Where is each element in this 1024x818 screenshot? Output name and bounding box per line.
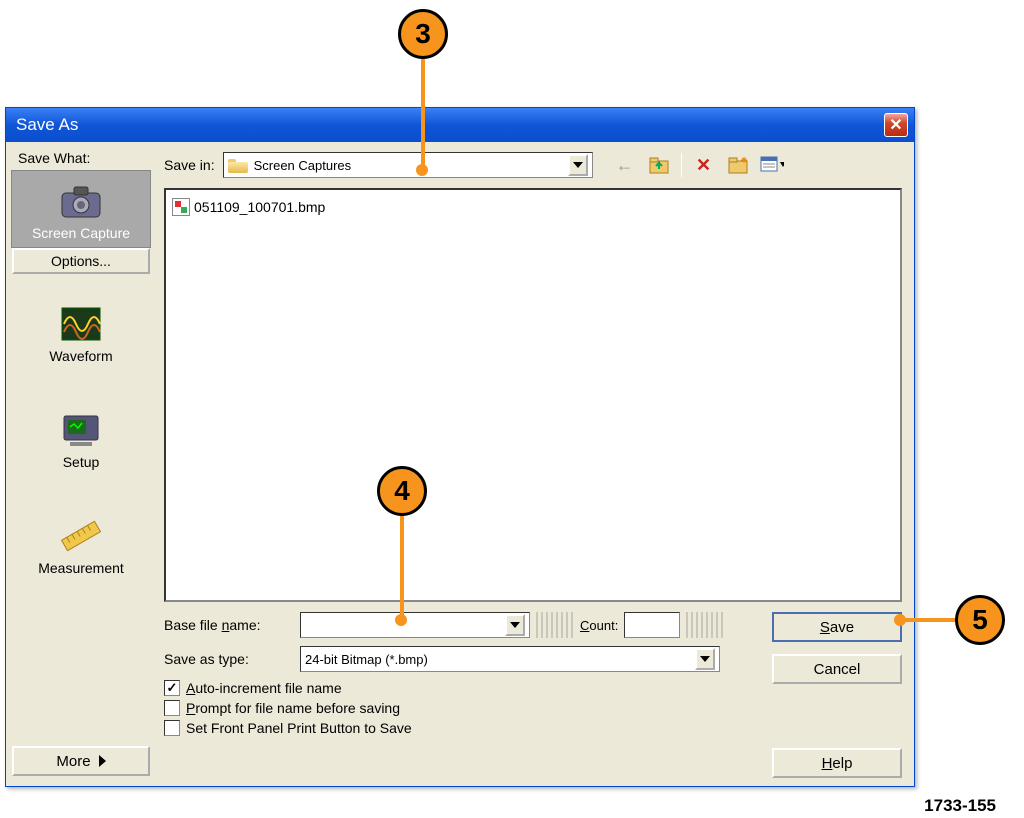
- callout-4-label: 4: [394, 475, 410, 507]
- save-type-label: Save as type:: [164, 651, 294, 667]
- new-folder-icon[interactable]: [726, 153, 750, 177]
- front-panel-checkbox[interactable]: Set Front Panel Print Button to Save: [164, 720, 760, 736]
- save-type-value: 24-bit Bitmap (*.bmp): [305, 652, 428, 667]
- figure-reference: 1733-155: [924, 796, 996, 816]
- back-icon[interactable]: ←: [613, 153, 637, 177]
- keypad-icon[interactable]: [536, 612, 574, 638]
- cancel-button[interactable]: Cancel: [772, 654, 902, 684]
- sidebar-item-label: Setup: [11, 454, 151, 470]
- toolbar-icons: ← ✕: [613, 153, 784, 177]
- callout-4: 4: [377, 466, 427, 516]
- base-filename-label: Base file name:: [164, 617, 294, 633]
- dialog-body: Save What: Screen Capture Options... Wav…: [6, 142, 914, 786]
- callout-3-line: [421, 59, 425, 167]
- options-button[interactable]: Options...: [12, 248, 150, 274]
- sidebar-title: Save What:: [10, 146, 98, 170]
- sidebar-item-screen-capture[interactable]: Screen Capture: [11, 170, 151, 248]
- close-button[interactable]: ✕: [884, 113, 908, 137]
- prompt-checkbox[interactable]: Prompt for file name before saving: [164, 700, 760, 716]
- chevron-down-icon[interactable]: [568, 154, 588, 176]
- auto-increment-checkbox[interactable]: ✓ Auto-increment file name: [164, 680, 760, 696]
- base-filename-input[interactable]: [300, 612, 530, 638]
- setup-icon: [56, 410, 106, 450]
- save-as-dialog: Save As ✕ Save What: Screen Capture Opti…: [5, 107, 915, 787]
- arrow-right-icon: [99, 755, 106, 767]
- waveform-icon: [56, 304, 106, 344]
- delete-icon[interactable]: ✕: [692, 153, 716, 177]
- main-panel: Save in: Screen Captures ← ✕: [156, 142, 914, 786]
- callout-4-dot: [395, 614, 407, 626]
- folder-icon: [228, 157, 248, 173]
- title-text: Save As: [16, 115, 78, 135]
- sidebar-item-label: Screen Capture: [12, 225, 150, 241]
- file-name: 051109_100701.bmp: [194, 199, 325, 215]
- callout-5-dot: [894, 614, 906, 626]
- button-column: Save Cancel Help: [772, 612, 902, 778]
- chevron-down-icon[interactable]: [695, 648, 715, 670]
- camera-icon: [56, 181, 106, 221]
- file-item[interactable]: 051109_100701.bmp: [172, 196, 894, 218]
- sidebar-item-setup[interactable]: Setup: [11, 400, 151, 476]
- more-button[interactable]: More: [12, 746, 150, 776]
- bmp-file-icon: [172, 198, 190, 216]
- close-icon: ✕: [889, 115, 902, 135]
- callout-3: 3: [398, 9, 448, 59]
- keypad-icon[interactable]: [686, 612, 724, 638]
- view-menu-icon[interactable]: [760, 153, 784, 177]
- checkbox-icon: ✓: [164, 680, 180, 696]
- save-in-label: Save in:: [164, 157, 215, 173]
- ruler-icon: [56, 516, 106, 556]
- toolbar: Save in: Screen Captures ← ✕: [164, 150, 902, 180]
- count-label: Count:: [580, 618, 618, 633]
- base-filename-row: Base file name: Count:: [164, 612, 760, 638]
- callout-5: 5: [955, 595, 1005, 645]
- callout-4-line: [400, 516, 404, 616]
- form-area: Base file name: Count:: [164, 612, 902, 778]
- titlebar: Save As ✕: [6, 108, 914, 142]
- sidebar-item-label: Measurement: [11, 560, 151, 576]
- sidebar-item-measurement[interactable]: Measurement: [11, 506, 151, 582]
- up-folder-icon[interactable]: [647, 153, 671, 177]
- callout-3-label: 3: [415, 18, 431, 50]
- checkbox-icon: [164, 720, 180, 736]
- save-in-combo[interactable]: Screen Captures: [223, 152, 593, 178]
- count-input[interactable]: [624, 612, 680, 638]
- save-in-value: Screen Captures: [254, 158, 352, 173]
- help-button[interactable]: Help: [772, 748, 902, 778]
- file-list[interactable]: 051109_100701.bmp: [164, 188, 902, 602]
- options-label: Options...: [51, 253, 111, 269]
- callout-5-line: [900, 618, 955, 622]
- sidebar-item-waveform[interactable]: Waveform: [11, 294, 151, 370]
- chevron-down-icon[interactable]: [505, 614, 525, 636]
- save-type-combo[interactable]: 24-bit Bitmap (*.bmp): [300, 646, 720, 672]
- save-type-row: Save as type: 24-bit Bitmap (*.bmp): [164, 646, 760, 672]
- more-label: More: [56, 753, 90, 770]
- separator: [681, 153, 682, 177]
- checkbox-icon: [164, 700, 180, 716]
- sidebar: Save What: Screen Capture Options... Wav…: [6, 142, 156, 786]
- sidebar-item-label: Waveform: [11, 348, 151, 364]
- callout-5-label: 5: [972, 604, 988, 636]
- save-button[interactable]: Save: [772, 612, 902, 642]
- callout-3-dot: [416, 164, 428, 176]
